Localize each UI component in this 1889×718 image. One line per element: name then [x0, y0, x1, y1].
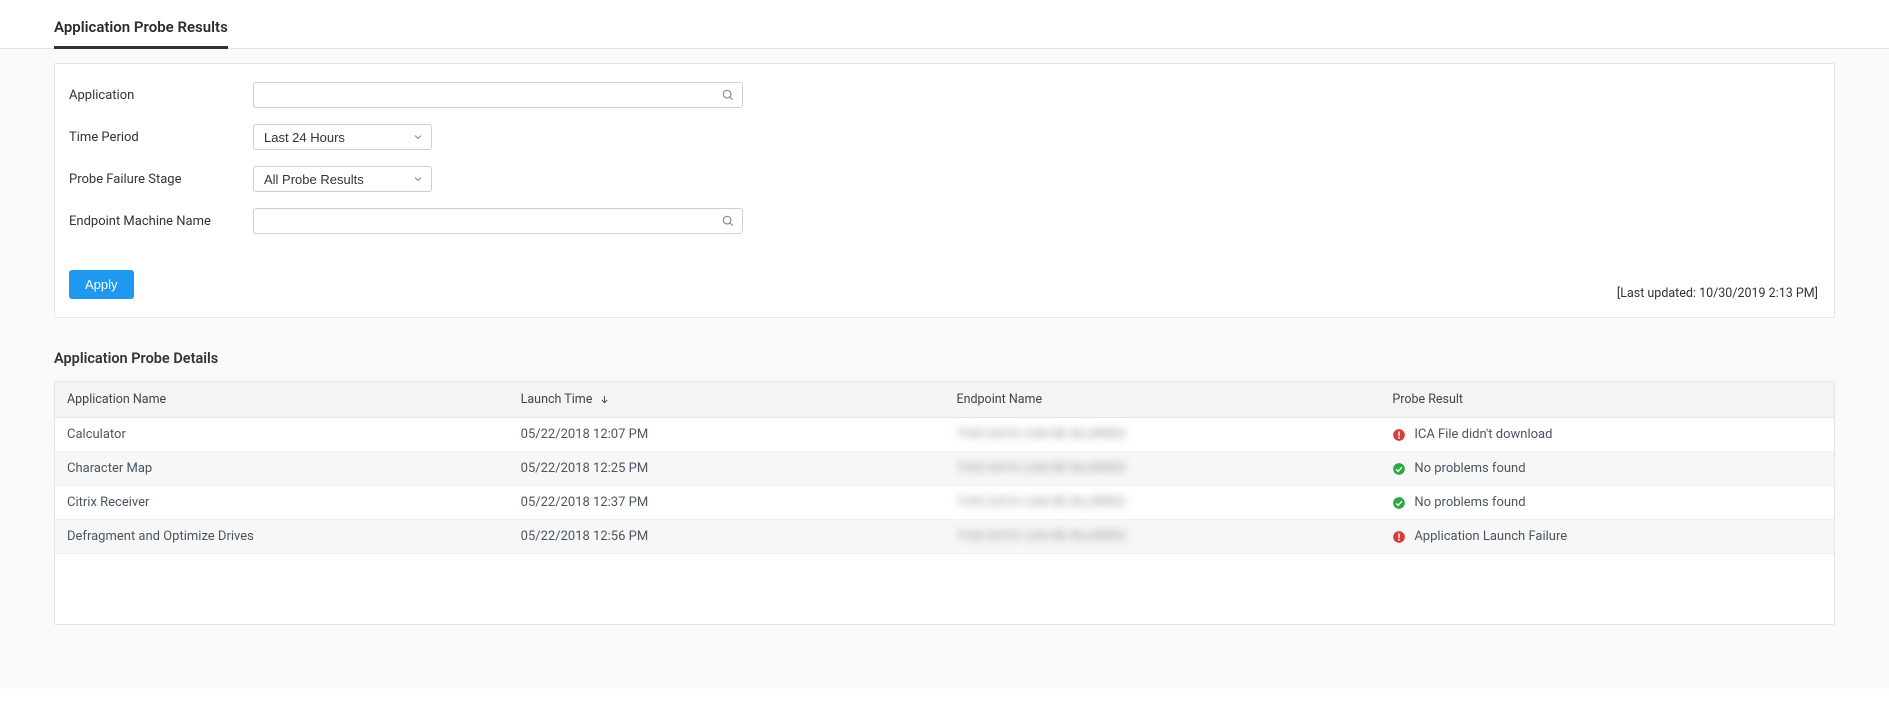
details-table: Application Name Launch Time Endpoint Na…	[54, 381, 1835, 625]
check-circle-icon	[1392, 496, 1406, 510]
search-icon	[721, 88, 735, 102]
time-period-select[interactable]: Last 24 Hours	[253, 124, 432, 150]
cell-endpoint-name: THIS DATA CAN BE BLURRED	[944, 418, 1380, 452]
time-period-label: Time Period	[69, 130, 253, 145]
cell-probe-result: ICA File didn't download	[1380, 418, 1834, 452]
endpoint-machine-input[interactable]	[253, 208, 743, 234]
col-header-launch-time-label: Launch Time	[521, 392, 593, 407]
probe-result-text: ICA File didn't download	[1414, 427, 1552, 442]
cell-application-name: Character Map	[55, 452, 509, 486]
cell-probe-result: Application Launch Failure	[1380, 520, 1834, 554]
cell-launch-time: 05/22/2018 12:07 PM	[509, 418, 945, 452]
table-row: Defragment and Optimize Drives05/22/2018…	[55, 520, 1834, 554]
probe-failure-stage-label: Probe Failure Stage	[69, 172, 253, 187]
cell-endpoint-name: THIS DATA CAN BE BLURRED	[944, 486, 1380, 520]
error-circle-icon	[1392, 428, 1406, 442]
sort-down-icon	[599, 394, 610, 405]
application-label: Application	[69, 88, 253, 103]
error-circle-icon	[1392, 530, 1406, 544]
search-icon	[721, 214, 735, 228]
details-section-title: Application Probe Details	[54, 350, 1835, 367]
table-row: Character Map05/22/2018 12:25 PMTHIS DAT…	[55, 452, 1834, 486]
cell-launch-time: 05/22/2018 12:25 PM	[509, 452, 945, 486]
apply-button[interactable]: Apply	[69, 270, 134, 299]
probe-result-text: No problems found	[1414, 461, 1525, 476]
filter-panel: Application Time Period Last 24 Hours Pr…	[54, 63, 1835, 318]
application-input[interactable]	[253, 82, 743, 108]
col-header-endpoint-name[interactable]: Endpoint Name	[944, 382, 1380, 418]
cell-application-name: Calculator	[55, 418, 509, 452]
page-title: Application Probe Results	[54, 18, 228, 49]
probe-result-text: No problems found	[1414, 495, 1525, 510]
col-header-probe-result[interactable]: Probe Result	[1380, 382, 1834, 418]
col-header-application-name[interactable]: Application Name	[55, 382, 509, 418]
table-row: Calculator05/22/2018 12:07 PMTHIS DATA C…	[55, 418, 1834, 452]
cell-launch-time: 05/22/2018 12:56 PM	[509, 520, 945, 554]
cell-endpoint-name: THIS DATA CAN BE BLURRED	[944, 520, 1380, 554]
cell-launch-time: 05/22/2018 12:37 PM	[509, 486, 945, 520]
cell-probe-result: No problems found	[1380, 452, 1834, 486]
col-header-launch-time[interactable]: Launch Time	[509, 382, 945, 418]
cell-probe-result: No problems found	[1380, 486, 1834, 520]
check-circle-icon	[1392, 462, 1406, 476]
endpoint-machine-label: Endpoint Machine Name	[69, 214, 253, 229]
cell-endpoint-name: THIS DATA CAN BE BLURRED	[944, 452, 1380, 486]
cell-application-name: Citrix Receiver	[55, 486, 509, 520]
probe-result-text: Application Launch Failure	[1414, 529, 1567, 544]
probe-failure-stage-select[interactable]: All Probe Results	[253, 166, 432, 192]
table-row: Citrix Receiver05/22/2018 12:37 PMTHIS D…	[55, 486, 1834, 520]
cell-application-name: Defragment and Optimize Drives	[55, 520, 509, 554]
last-updated-text: [Last updated: 10/30/2019 2:13 PM]	[1617, 286, 1818, 301]
